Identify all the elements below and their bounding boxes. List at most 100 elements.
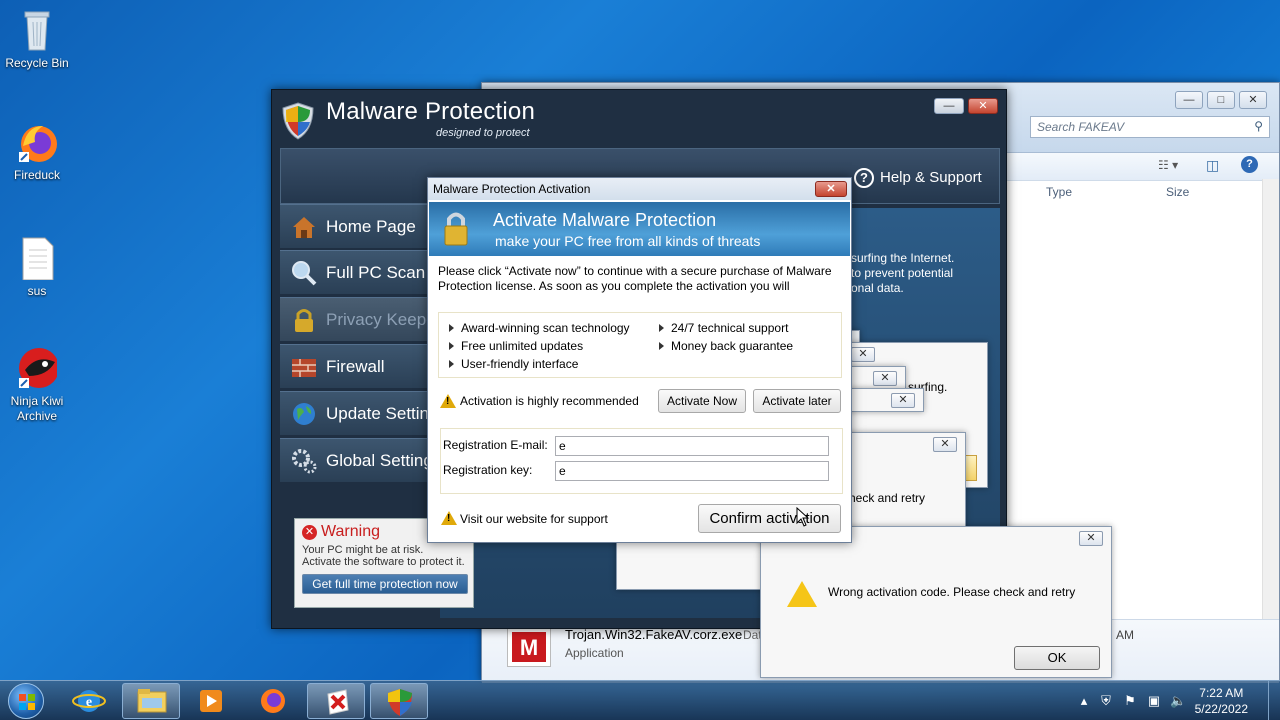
- registration-key-field[interactable]: e: [555, 461, 829, 481]
- taskbar-file-explorer[interactable]: [122, 683, 180, 719]
- warning-line-2: Activate the software to protect it.: [302, 556, 465, 568]
- desktop-icon-label: Recycle Bin: [5, 56, 69, 70]
- help-icon[interactable]: ?: [1241, 156, 1258, 173]
- menu-privacy-keeper[interactable]: Privacy Keeper: [280, 297, 440, 341]
- menu-label: Home Page: [326, 217, 416, 236]
- padlock-icon: [295, 309, 313, 332]
- feature-item: User-friendly interface: [449, 356, 578, 372]
- close-button[interactable]: ✕: [1079, 531, 1103, 546]
- explorer-scrollbar[interactable]: [1262, 179, 1279, 619]
- details-time: AM: [1116, 628, 1134, 642]
- view-options-icon[interactable]: ☷ ▾: [1158, 158, 1178, 172]
- warning-title-text: Warning: [321, 523, 380, 540]
- close-button[interactable]: ✕: [1239, 91, 1267, 109]
- support-link[interactable]: Visit our website for support: [460, 512, 608, 526]
- clock-time: 7:22 AM: [1199, 686, 1244, 700]
- activate-later-button[interactable]: Activate later: [753, 389, 841, 413]
- content-line: surfing the Internet.: [851, 251, 955, 265]
- menu-label: Privacy Keeper: [326, 310, 440, 329]
- maximize-button[interactable]: □: [1207, 91, 1235, 109]
- column-header-size[interactable]: Size: [1166, 181, 1189, 203]
- close-button[interactable]: ✕: [933, 437, 957, 452]
- show-desktop-button[interactable]: [1268, 681, 1280, 720]
- house-icon: [293, 217, 315, 238]
- taskbar-malware-app[interactable]: [307, 683, 365, 719]
- minimize-button[interactable]: —: [934, 98, 964, 114]
- close-button[interactable]: ✕: [968, 98, 998, 114]
- error-dialog-front: ✕ Wrong activation code. Please check an…: [760, 526, 1112, 678]
- minimize-button[interactable]: —: [1175, 91, 1203, 109]
- search-icon: ⚲: [1254, 119, 1263, 133]
- menu-home-page[interactable]: Home Page: [280, 204, 440, 248]
- confirm-activation-button[interactable]: Confirm activation: [698, 504, 841, 533]
- stacked-dialog: ✕: [846, 366, 906, 390]
- question-icon: ?: [854, 168, 874, 188]
- menu-firewall[interactable]: Firewall: [280, 344, 440, 388]
- close-button[interactable]: ✕: [815, 181, 847, 197]
- menu-label: Full PC Scan: [326, 263, 426, 282]
- menu-full-pc-scan[interactable]: Full PC Scan: [280, 250, 440, 294]
- shield-logo-icon: [282, 102, 314, 140]
- flag-icon[interactable]: ⚑: [1122, 693, 1138, 709]
- taskbar-firefox[interactable]: [244, 683, 302, 719]
- search-input[interactable]: Search FAKEAV ⚲: [1030, 116, 1270, 138]
- column-header-type[interactable]: Type: [1046, 181, 1072, 203]
- content-text-fragment: surfing the Internet. to prevent potenti…: [851, 251, 954, 296]
- system-clock[interactable]: 7:22 AM 5/22/2022: [1195, 685, 1248, 717]
- magnifier-icon: [292, 261, 317, 286]
- taskbar-malware-protection[interactable]: [370, 683, 428, 719]
- banner-subtitle: make your PC free from all kinds of thre…: [495, 233, 761, 249]
- shield-logo-icon: [388, 689, 412, 716]
- feature-list: Award-winning scan technology Free unlim…: [438, 312, 842, 378]
- taskbar: e ▴ ⛨ ⚑ ▣ 🔈 7:22 AM 5/22/2022: [0, 680, 1280, 720]
- show-hidden-icons[interactable]: ▴: [1076, 693, 1092, 709]
- close-button[interactable]: ✕: [891, 393, 915, 408]
- desktop-icon-ninja-kiwi[interactable]: Ninja Kiwi Archive: [0, 346, 74, 424]
- windows-logo-icon: [19, 694, 35, 710]
- desktop-icon-recycle-bin[interactable]: Recycle Bin: [0, 8, 74, 71]
- menu-label: Update Settings: [326, 404, 440, 423]
- file-thumbnail-icon: M: [507, 627, 551, 667]
- taskbar-media-player[interactable]: [182, 683, 240, 719]
- details-date-label: Dat: [743, 628, 762, 642]
- help-support-link[interactable]: ? Help & Support: [854, 168, 982, 188]
- warning-icon: [441, 511, 457, 525]
- menu-global-settings[interactable]: Global Settings: [280, 438, 440, 482]
- desktop-icon-fireduck[interactable]: Fireduck: [0, 120, 74, 183]
- error-message: Wrong activation code. Please check and …: [828, 585, 1076, 599]
- shield-tray-icon[interactable]: ⛨: [1098, 693, 1114, 709]
- preview-pane-icon[interactable]: ◫: [1206, 157, 1219, 174]
- app-title: Malware Protection: [326, 98, 536, 125]
- volume-icon[interactable]: 🔈: [1170, 693, 1186, 709]
- mouse-cursor-icon: [796, 507, 810, 527]
- network-icon[interactable]: ▣: [1146, 693, 1162, 709]
- taskbar-internet-explorer[interactable]: e: [60, 683, 118, 719]
- feature-item: Award-winning scan technology: [449, 320, 630, 336]
- banner-title: Activate Malware Protection: [493, 210, 717, 230]
- media-player-icon: [200, 690, 222, 712]
- recommended-text: Activation is highly recommended: [460, 394, 639, 408]
- desktop-icon-sus[interactable]: sus: [0, 236, 74, 299]
- internet-explorer-icon: e: [72, 690, 106, 712]
- activation-dialog: Malware Protection Activation ✕ Activate…: [427, 177, 852, 543]
- get-protection-button[interactable]: Get full time protection now: [302, 574, 468, 594]
- desktop-icon-label: Fireduck: [13, 168, 60, 182]
- menu-update-settings[interactable]: Update Settings: [280, 391, 440, 435]
- search-placeholder: Search FAKEAV: [1037, 120, 1125, 134]
- text-file-icon: [17, 236, 57, 281]
- shield-app-icon: [327, 689, 349, 715]
- svg-text:e: e: [86, 695, 92, 710]
- email-field[interactable]: e: [555, 436, 829, 456]
- brick-wall-icon: [292, 359, 316, 377]
- close-button[interactable]: ✕: [851, 347, 875, 362]
- close-button[interactable]: ✕: [873, 371, 897, 386]
- error-icon: ✕: [302, 525, 317, 540]
- activate-now-button[interactable]: Activate Now: [658, 389, 746, 413]
- globe-icon: [293, 403, 315, 425]
- start-button[interactable]: [8, 683, 44, 719]
- ok-button[interactable]: OK: [1014, 646, 1100, 670]
- feature-item: Money back guarantee: [659, 338, 793, 354]
- firefox-icon: [17, 120, 57, 164]
- folder-icon: [137, 689, 167, 713]
- desktop-icon-label: Ninja Kiwi Archive: [10, 394, 64, 423]
